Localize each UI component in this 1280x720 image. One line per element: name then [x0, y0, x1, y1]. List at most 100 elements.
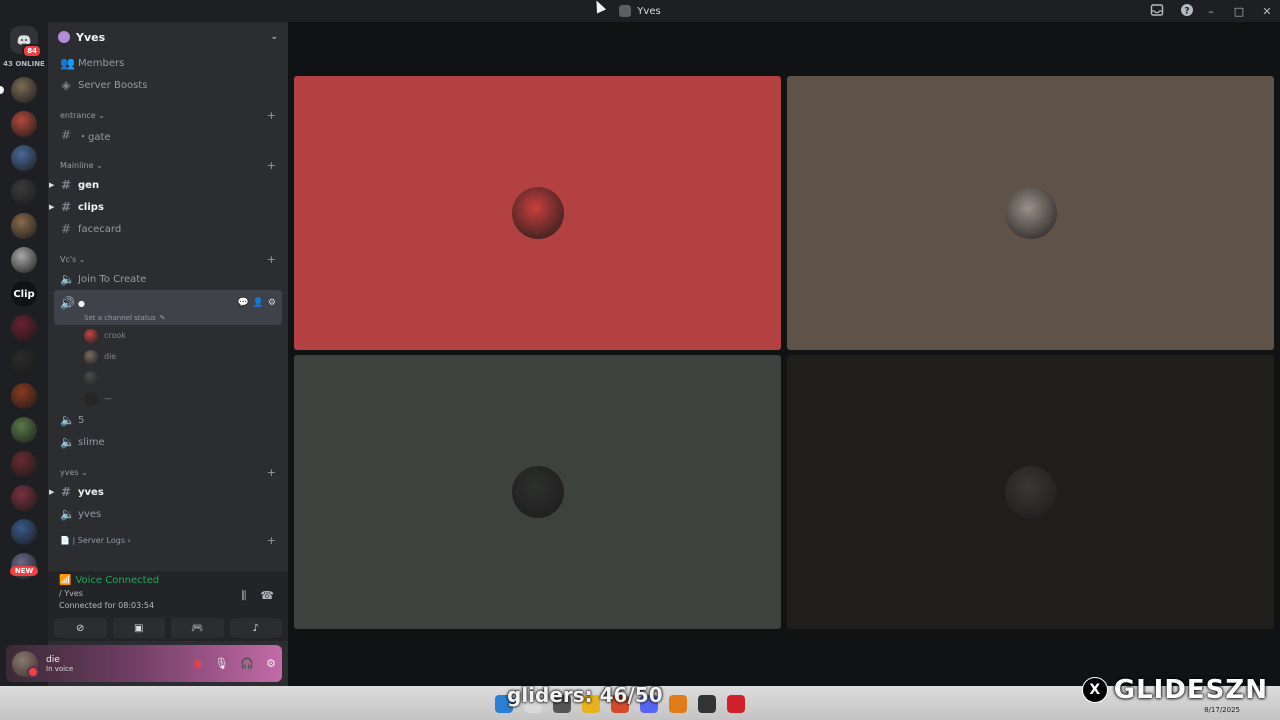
server-flower-icon — [58, 31, 70, 43]
taskbar-app-icon[interactable] — [727, 695, 745, 713]
participant-tile[interactable] — [294, 355, 781, 629]
voice-channel-slime[interactable]: 🔈 slime — [54, 431, 282, 453]
participant-tile[interactable] — [294, 76, 781, 350]
add-channel-icon[interactable]: + — [267, 109, 276, 122]
camera-off-button[interactable]: ⊘ — [54, 618, 107, 638]
voice-stage-grid — [288, 22, 1280, 686]
new-badge: NEW — [9, 566, 39, 576]
channel-facecard[interactable]: # facecard — [54, 218, 282, 240]
disconnect-icon[interactable]: ☎ — [260, 589, 274, 603]
channel-yves-text[interactable]: ▶ # yves — [49, 481, 282, 503]
avatar[interactable] — [12, 650, 39, 678]
home-button[interactable]: 84 — [10, 26, 42, 58]
camera-muted-icon[interactable]: ◉ — [193, 657, 203, 670]
category-label: Mainline — [60, 160, 94, 170]
add-channel-icon[interactable]: + — [267, 159, 276, 172]
category-entrance[interactable]: entrance ⌄ + — [54, 106, 282, 124]
voice-user[interactable]: crook — [54, 325, 282, 346]
microphone-icon[interactable]: 🎙 — [214, 657, 228, 670]
server-boosts-item[interactable]: ◈ Server Boosts — [54, 74, 282, 96]
add-channel-icon[interactable]: + — [267, 253, 276, 266]
hash-icon: # — [60, 222, 72, 236]
maximize-button[interactable]: □ — [1232, 5, 1246, 18]
camera-off-icon: ⊘ — [76, 622, 85, 634]
channel-clips[interactable]: ▶ # clips — [49, 196, 282, 218]
screen-share-button[interactable]: ▣ — [112, 618, 165, 638]
chevron-down-icon: ⌄ — [270, 32, 278, 42]
pencil-icon: ✎ — [159, 314, 166, 322]
server-icon[interactable] — [11, 383, 37, 409]
members-icon: 👥 — [60, 56, 75, 70]
invite-icon[interactable]: 👤 — [253, 298, 264, 308]
voice-channel-yves[interactable]: 🔈 yves — [54, 503, 282, 525]
server-icon[interactable] — [11, 111, 37, 137]
voice-channel-join-to-create[interactable]: 🔈 Join To Create — [54, 268, 282, 290]
voice-connected-status[interactable]: 📶 Voice Connected — [59, 575, 277, 586]
channel-status[interactable]: Set a channel status ✎ — [54, 314, 282, 322]
voice-user[interactable]: — — [54, 388, 282, 409]
screen-share-icon: ▣ — [134, 622, 144, 634]
user-status: In voice — [46, 664, 74, 673]
voice-user-name: — — [104, 394, 112, 403]
channel-label: gen — [78, 179, 100, 191]
server-icon[interactable] — [11, 247, 37, 273]
members-label: Members — [78, 57, 125, 69]
server-icon[interactable] — [0, 77, 37, 103]
active-voice-channel[interactable]: 🔊 ● 💬 👤 ⚙ Set a channel status ✎ — [54, 290, 282, 325]
category-label: | Server Logs — [72, 535, 125, 545]
channel-emoji-icon: ● — [78, 298, 85, 308]
discord-window: Yves ? – □ ✕ 84 43 ONLINE Clip NEW Yves ⌄ — [0, 0, 1280, 720]
hash-icon: # — [60, 485, 72, 499]
noise-suppression-icon[interactable]: ⫼ — [241, 589, 246, 603]
server-icon[interactable] — [11, 213, 37, 239]
add-channel-icon[interactable]: + — [267, 534, 276, 547]
category-label: entrance — [60, 110, 96, 120]
minimize-button[interactable]: – — [1204, 5, 1218, 18]
add-channel-icon[interactable]: + — [267, 466, 276, 479]
channel-status-text: Set a channel status — [84, 314, 156, 322]
server-icon[interactable] — [11, 179, 37, 205]
channel-label: Join To Create — [78, 273, 147, 285]
server-icon[interactable] — [11, 145, 37, 171]
inbox-icon[interactable] — [1150, 3, 1164, 17]
avatar — [84, 391, 98, 406]
voice-user[interactable]: die — [54, 346, 282, 367]
category-yves[interactable]: yves ⌄ + — [54, 463, 282, 481]
server-icon[interactable] — [11, 417, 37, 443]
channel-gen[interactable]: ▶ # gen — [49, 174, 282, 196]
speaker-icon: 🔊 — [60, 296, 75, 310]
server-icon[interactable] — [11, 349, 37, 375]
server-icon[interactable] — [11, 315, 37, 341]
voice-user-name: crook — [104, 331, 126, 340]
help-icon[interactable]: ? — [1180, 3, 1194, 17]
taskbar-app-icon[interactable] — [669, 695, 687, 713]
soundboard-button[interactable]: ♪ — [229, 618, 282, 638]
server-header[interactable]: Yves ⌄ — [48, 22, 288, 52]
participant-tile[interactable] — [787, 76, 1274, 350]
server-glyph-icon — [619, 5, 632, 17]
activity-button[interactable]: 🎮 — [171, 618, 224, 638]
category-server-logs[interactable]: 📄 | Server Logs › + — [54, 531, 282, 549]
signal-icon: 📶 — [59, 575, 72, 586]
username[interactable]: die — [46, 655, 73, 665]
taskbar-app-icon[interactable] — [698, 695, 716, 713]
server-icon[interactable] — [11, 451, 37, 477]
server-icon[interactable] — [11, 485, 37, 511]
headphones-icon[interactable]: 🎧 — [240, 657, 254, 670]
participant-tile[interactable] — [787, 355, 1274, 629]
voice-user[interactable] — [54, 367, 282, 388]
user-settings-gear-icon[interactable]: ⚙ — [266, 657, 276, 670]
members-item[interactable]: 👥 Members — [54, 52, 282, 74]
close-button[interactable]: ✕ — [1260, 5, 1274, 18]
server-clip[interactable]: Clip — [11, 281, 37, 307]
gear-icon[interactable]: ⚙ — [268, 298, 276, 308]
category-label: Vc's — [60, 254, 77, 264]
unread-indicator-icon: ▶ — [49, 488, 55, 496]
chat-icon[interactable]: 💬 — [237, 298, 248, 308]
server-icon[interactable] — [11, 519, 37, 545]
channel-gate[interactable]: # ・gate — [54, 124, 282, 146]
category-mainline[interactable]: Mainline ⌄ + — [54, 156, 282, 174]
category-vcs[interactable]: Vc's ⌄ + — [54, 250, 282, 268]
voice-channel-5[interactable]: 🔈 5 — [54, 409, 282, 431]
x-logo-icon: X — [1081, 677, 1108, 703]
